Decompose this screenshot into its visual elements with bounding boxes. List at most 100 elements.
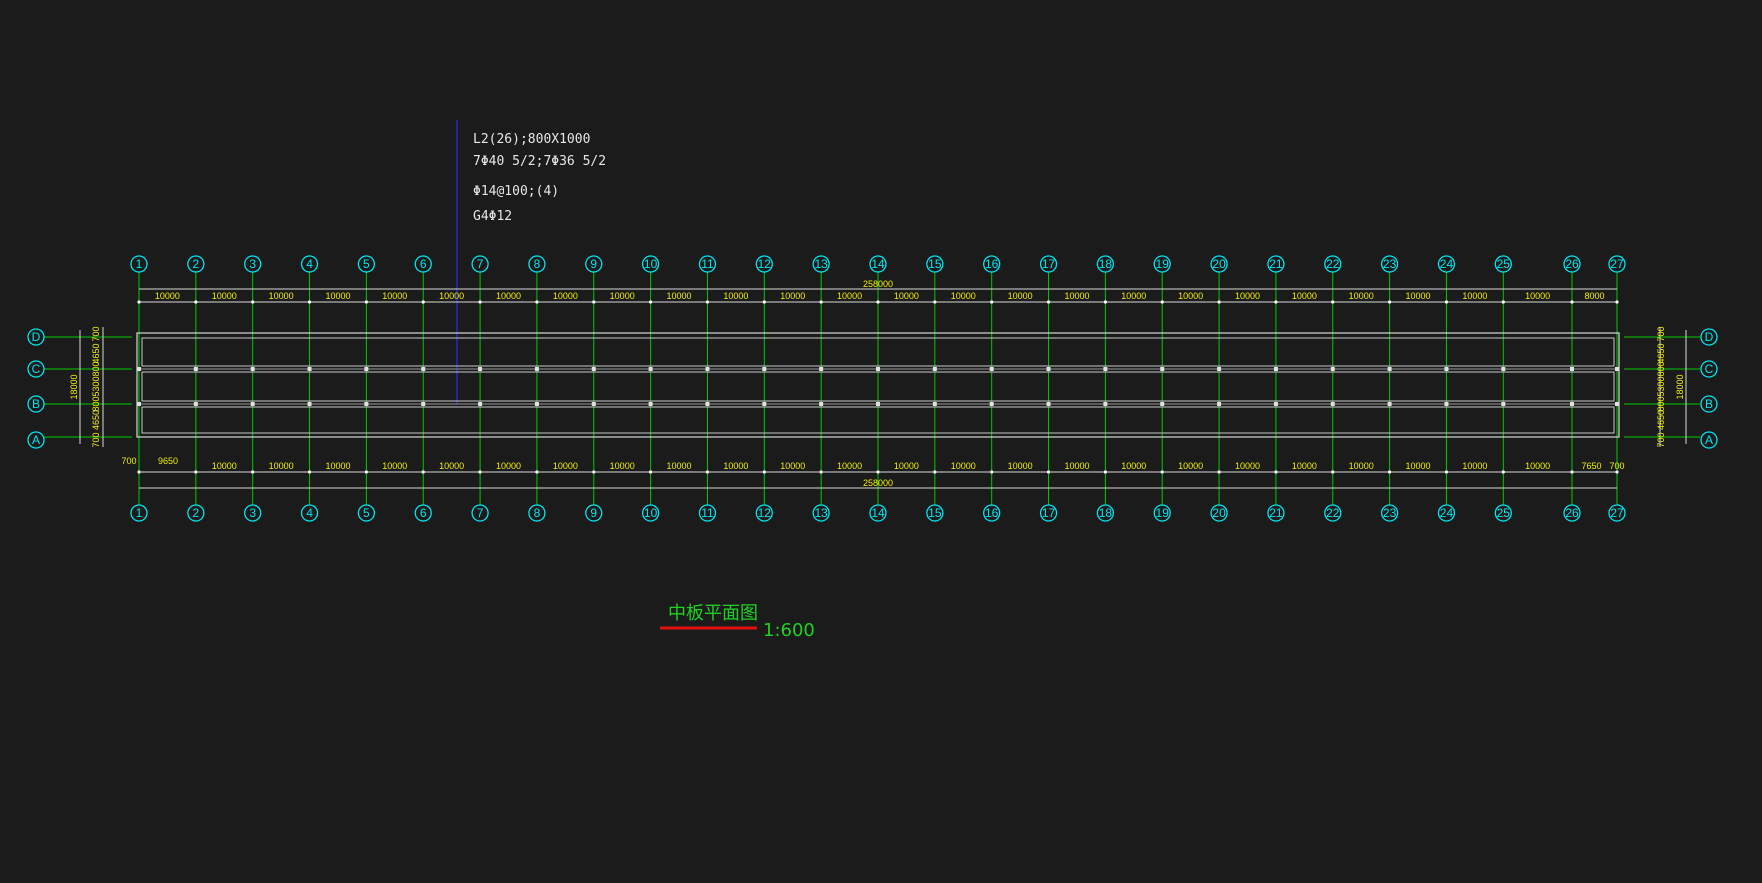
axis-bubble-left-B-label: B	[32, 397, 40, 411]
axis-bubble-bottom-11-label: 11	[701, 506, 714, 520]
top-dim-label: 10000	[1406, 291, 1431, 301]
column-mark-10-0	[648, 367, 653, 371]
axis-bubble-bottom-6-label: 6	[420, 506, 427, 520]
column-mark-24-0	[1444, 367, 1449, 371]
top-dim-label: 10000	[1462, 291, 1487, 301]
column-mark-27-0	[1615, 367, 1619, 371]
axis-bubble-top-4-label: 4	[306, 257, 313, 271]
axis-bubble-bottom-3-label: 3	[249, 506, 256, 520]
column-mark-14-1	[876, 402, 880, 406]
axis-bubble-top-16-label: 16	[985, 257, 999, 271]
axis-bubble-bottom-27-label: 27	[1610, 506, 1624, 520]
axis-bubble-bottom-19-label: 19	[1156, 506, 1170, 520]
bottom-dim-tick	[762, 470, 766, 474]
top-dim-tick	[1331, 300, 1335, 304]
axis-bubble-top-6-label: 6	[420, 257, 427, 271]
top-dim-tick	[990, 300, 994, 304]
column-mark-11-1	[705, 402, 710, 406]
column-mark-3-0	[250, 367, 255, 371]
axis-bubble-bottom-22-label: 22	[1326, 506, 1340, 520]
top-dim-label: 10000	[780, 291, 805, 301]
right-dim-label: 700	[1656, 432, 1666, 447]
annotation-beam-id: L2(26);800X1000	[473, 132, 590, 147]
bottom-dim-label: 10000	[553, 461, 578, 471]
column-mark-25-0	[1501, 367, 1506, 371]
bottom-dim-tick	[1501, 470, 1505, 474]
column-mark-8-0	[534, 367, 539, 371]
top-dim-tick	[1160, 300, 1164, 304]
axis-bubble-right-B-label: B	[1705, 397, 1713, 411]
axis-bubble-bottom-12-label: 12	[758, 506, 772, 520]
axis-bubble-bottom-7-label: 7	[477, 506, 484, 520]
bottom-dim-tick	[990, 470, 994, 474]
bottom-dim-label: 10000	[1292, 461, 1317, 471]
bottom-dim-label: 10000	[951, 461, 976, 471]
top-dim-label: 10000	[439, 291, 464, 301]
axis-bubble-bottom-20-label: 20	[1212, 506, 1226, 520]
axis-bubble-right-D-label: D	[1705, 330, 1714, 344]
column-mark-4-0	[307, 367, 312, 371]
top-dim-tick	[1274, 300, 1278, 304]
column-mark-16-0	[989, 367, 994, 371]
axis-bubble-top-25-label: 25	[1497, 257, 1511, 271]
axis-bubble-top-3-label: 3	[249, 257, 256, 271]
top-dim-tick	[194, 300, 198, 304]
left-total-dim-label: 18000	[69, 374, 79, 399]
axis-bubble-top-14-label: 14	[871, 257, 885, 271]
axis-bubble-bottom-13-label: 13	[814, 506, 828, 520]
top-dim-label: 10000	[1349, 291, 1374, 301]
axis-bubble-top-21-label: 21	[1269, 257, 1283, 271]
right-dim-label: 5300	[1656, 376, 1666, 396]
axis-bubble-bottom-23-label: 23	[1383, 506, 1397, 520]
top-dim-label: 8000	[1584, 291, 1604, 301]
axis-bubble-bottom-4-label: 4	[306, 506, 313, 520]
left-dim-label: 800	[91, 361, 101, 376]
column-mark-23-0	[1387, 367, 1392, 371]
bottom-dim-tick	[1388, 470, 1392, 474]
right-dim-label: 800	[1656, 361, 1666, 376]
axis-bubble-bottom-16-label: 16	[985, 506, 999, 520]
top-dim-label: 10000	[951, 291, 976, 301]
bottom-dim-tick	[1217, 470, 1221, 474]
top-dim-tick	[876, 300, 880, 304]
bottom-dim-label: 10000	[1121, 461, 1146, 471]
cad-drawing-canvas[interactable]: L2(26);800X1000 7Φ40 5/2;7Φ36 5/2 Φ14@10…	[0, 0, 1762, 883]
column-mark-12-1	[762, 402, 767, 406]
bottom-dim-label: 10000	[439, 461, 464, 471]
column-mark-6-0	[421, 367, 426, 371]
column-mark-7-1	[478, 402, 483, 406]
column-mark-20-1	[1217, 402, 1222, 406]
annotation-side-rebar: G4Φ12	[473, 209, 512, 224]
column-mark-2-1	[193, 402, 198, 406]
left-dim-label: 5300	[91, 376, 101, 396]
bottom-dim-label: 10000	[610, 461, 635, 471]
top-dim-tick	[1103, 300, 1107, 304]
column-mark-13-1	[819, 402, 824, 406]
axis-bubble-bottom-2-label: 2	[193, 506, 200, 520]
bottom-dim-tick	[819, 470, 823, 474]
top-dim-label: 10000	[667, 291, 692, 301]
top-dim-tick	[1444, 300, 1449, 304]
axis-bubble-right-C-label: C	[1705, 362, 1714, 376]
column-mark-5-1	[364, 402, 369, 406]
axis-bubble-bottom-14-label: 14	[871, 506, 885, 520]
axis-bubble-left-C-label: C	[32, 362, 41, 376]
top-dim-label: 10000	[382, 291, 407, 301]
column-mark-17-0	[1046, 367, 1051, 371]
axis-bubble-bottom-5-label: 5	[363, 506, 370, 520]
axis-bubble-bottom-1-label: 1	[136, 506, 143, 520]
axis-bubble-bottom-24-label: 24	[1440, 506, 1454, 520]
column-mark-11-0	[705, 367, 710, 371]
bottom-dim-label: 10000	[1064, 461, 1089, 471]
column-mark-8-1	[534, 402, 539, 406]
axis-bubble-top-20-label: 20	[1212, 257, 1226, 271]
bottom-dim-label: 10000	[1235, 461, 1260, 471]
column-mark-7-0	[478, 367, 483, 371]
top-dim-tick	[649, 300, 653, 304]
bottom-dim-label: 9650	[158, 456, 178, 466]
axis-bubble-top-8-label: 8	[534, 257, 541, 271]
top-dim-tick	[1046, 300, 1051, 304]
annotation-stirrup: Φ14@100;(4)	[473, 184, 559, 199]
column-mark-22-1	[1330, 402, 1335, 406]
annotation-main-rebar: 7Φ40 5/2;7Φ36 5/2	[473, 154, 606, 169]
